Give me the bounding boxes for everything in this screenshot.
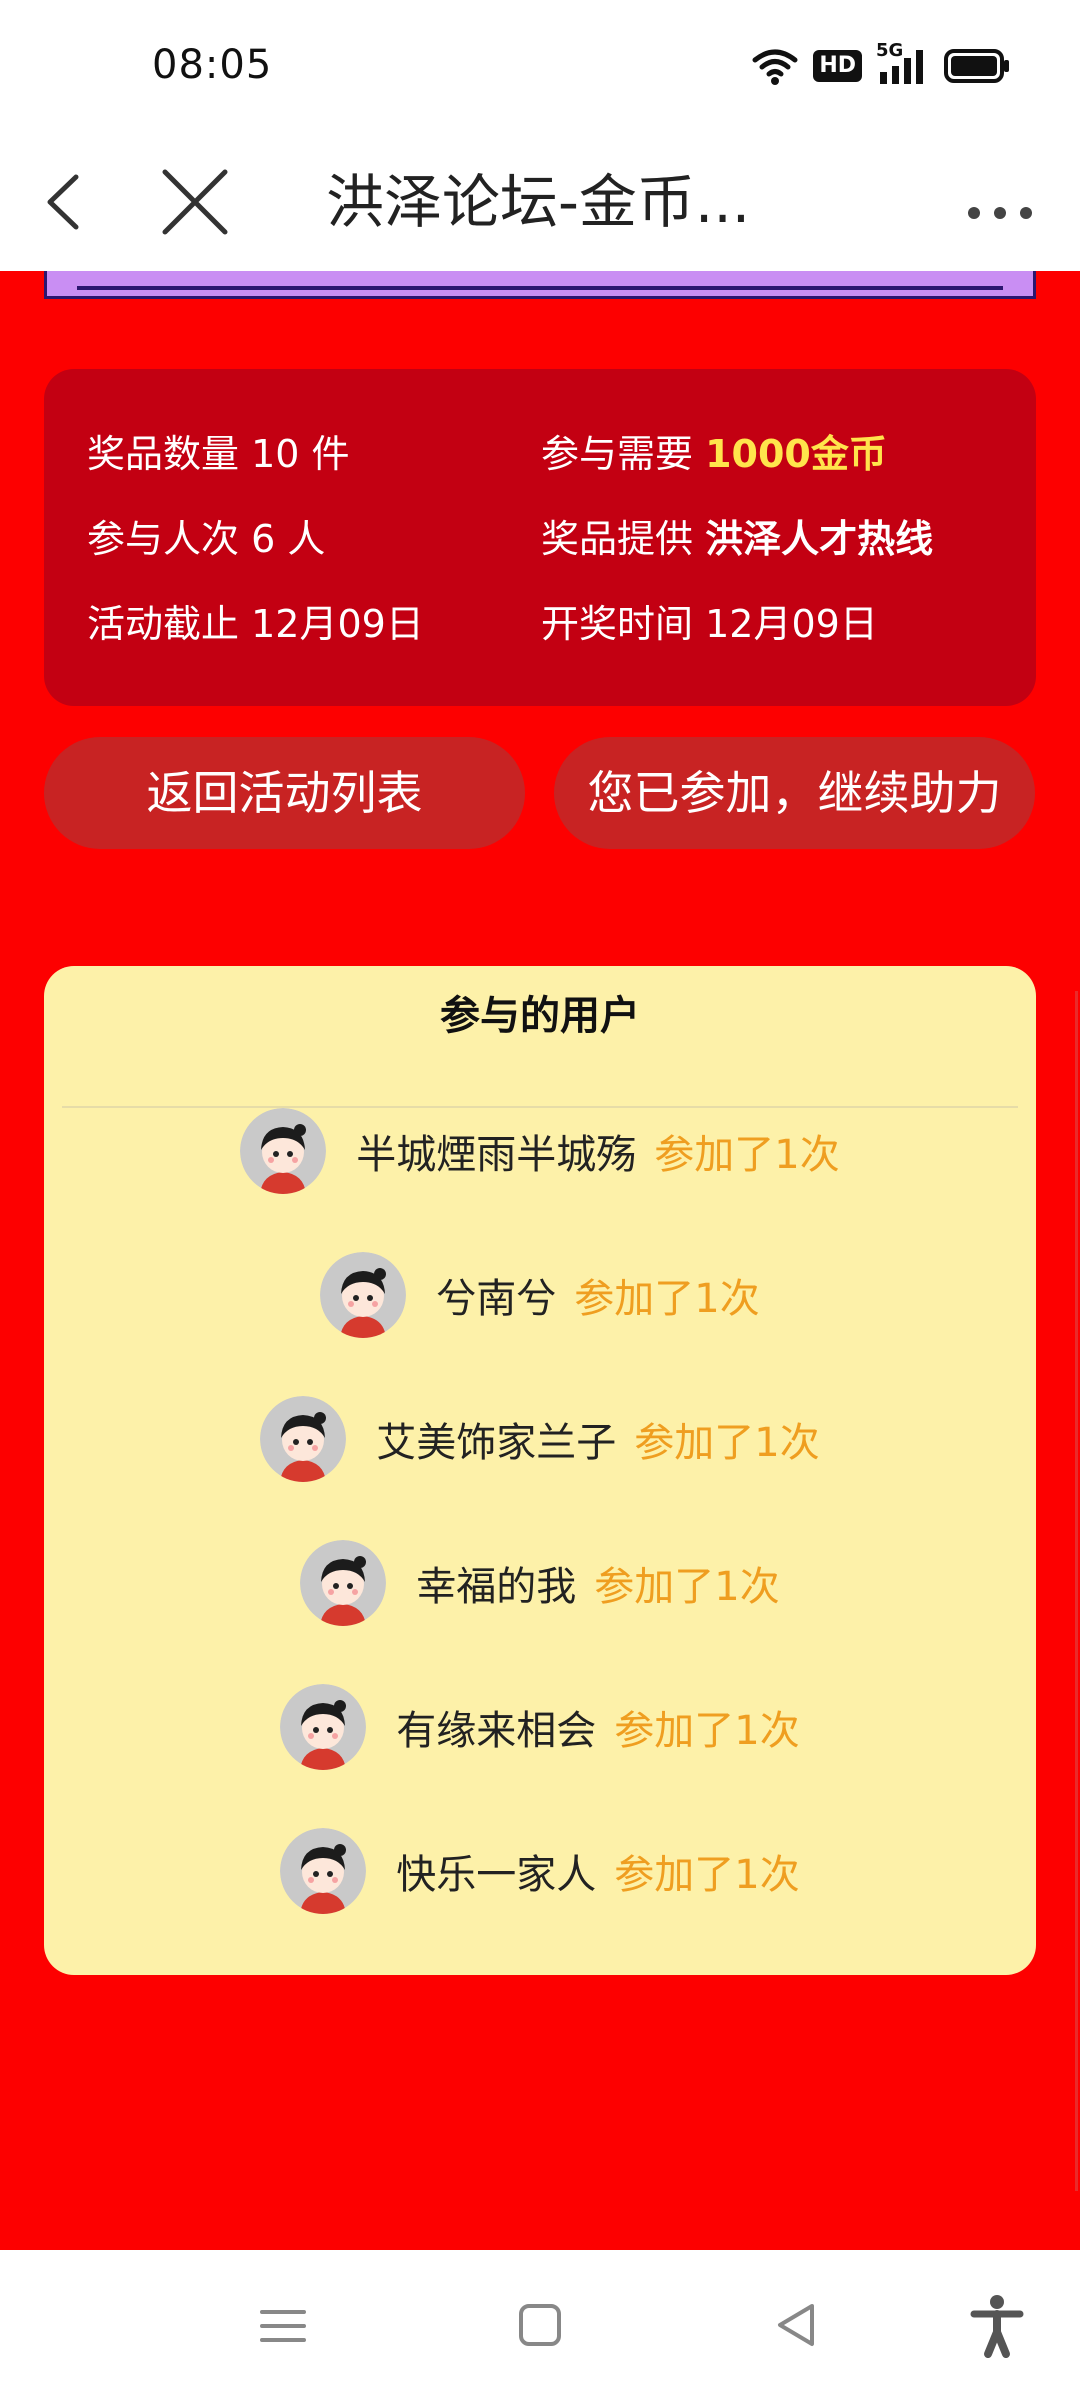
continue-support-button[interactable]: 您已参加，继续助力: [554, 737, 1035, 849]
info-value: 洪泽人才热线: [705, 517, 934, 561]
participant-name: 幸福的我: [416, 1564, 577, 1610]
participant-row: 幸福的我 参加了1次: [44, 1538, 1036, 1628]
page-title: 洪泽论坛-金币...: [326, 168, 751, 236]
participant-name: 有缘来相会: [396, 1708, 597, 1754]
activity-info-card: 奖品数量 10 件 参与需要 1000金币 参与人次 6 人 奖品提供 洪泽人才…: [44, 369, 1036, 706]
close-button[interactable]: [150, 157, 240, 247]
info-value: 1000金币: [705, 432, 887, 476]
avatar[interactable]: [300, 1540, 387, 1626]
info-provider: 奖品提供 洪泽人才热线: [541, 508, 933, 563]
system-nav-bar: [0, 2250, 1080, 2400]
home-button[interactable]: [505, 2290, 575, 2360]
system-back-button[interactable]: [762, 2290, 832, 2360]
battery-icon: [944, 49, 1009, 83]
more-dots-icon: [968, 207, 1032, 219]
participant-row: 快乐一家人 参加了1次: [44, 1826, 1036, 1916]
wifi-icon: [752, 49, 798, 85]
avatar[interactable]: [260, 1396, 347, 1482]
info-label: 活动截止: [87, 602, 240, 646]
info-value: 12月09日: [251, 602, 424, 646]
square-home-icon: [519, 2304, 561, 2346]
status-bar: 08:05 HD 5G: [0, 0, 1080, 135]
close-icon: [162, 169, 228, 235]
activity-content[interactable]: 奖品数量 10 件 参与需要 1000金币 参与人次 6 人 奖品提供 洪泽人才…: [0, 271, 1080, 2250]
avatar[interactable]: [240, 1108, 327, 1194]
status-icons: HD 5G: [751, 40, 1010, 88]
back-button[interactable]: [28, 157, 108, 247]
menu-button[interactable]: [248, 2290, 318, 2360]
participant-count: 参加了1次: [654, 1132, 840, 1178]
chevron-left-icon: [47, 174, 79, 230]
avatar[interactable]: [320, 1252, 407, 1338]
participants-title: 参与的用户: [440, 993, 640, 1039]
info-participants: 参与人次 6 人: [87, 508, 325, 563]
participant-name: 半城煙雨半城殇: [356, 1132, 637, 1178]
avatar[interactable]: [280, 1828, 367, 1914]
info-label: 参与需要: [541, 432, 694, 476]
banner-edge: [44, 271, 1036, 299]
avatar[interactable]: [280, 1684, 367, 1770]
info-label: 参与人次: [87, 517, 240, 561]
info-deadline: 活动截止 12月09日: [87, 593, 424, 648]
participant-count: 参加了1次: [614, 1708, 800, 1754]
triangle-back-icon: [778, 2304, 814, 2346]
info-draw-time: 开奖时间 12月09日: [541, 593, 878, 648]
participants-card: 参与的用户 半城煙雨半城殇 参加了1次 兮南兮 参加了1次 艾美饰家兰子 参加了1次 幸福的…: [44, 966, 1036, 1975]
info-label: 奖品数量: [87, 432, 240, 476]
participant-row: 艾美饰家兰子 参加了1次: [44, 1394, 1036, 1484]
banner-line: [77, 286, 1003, 290]
participant-row: 半城煙雨半城殇 参加了1次: [44, 1106, 1036, 1196]
participant-count: 参加了1次: [634, 1420, 820, 1466]
info-prize-count: 奖品数量 10 件: [87, 423, 350, 478]
status-time: 08:05: [152, 42, 273, 88]
participant-count: 参加了1次: [574, 1276, 760, 1322]
more-button[interactable]: [960, 157, 1040, 247]
scrollbar[interactable]: [1075, 991, 1078, 2191]
nav-bar: 洪泽论坛-金币...: [0, 135, 1080, 271]
participant-count: 参加了1次: [594, 1564, 780, 1610]
participant-name: 艾美饰家兰子: [376, 1420, 617, 1466]
info-label: 奖品提供: [541, 517, 694, 561]
participant-row: 有缘来相会 参加了1次: [44, 1682, 1036, 1772]
participant-name: 兮南兮: [436, 1276, 557, 1322]
info-required: 参与需要 1000金币: [541, 423, 887, 478]
accessibility-button[interactable]: [962, 2290, 1032, 2360]
back-to-list-button[interactable]: 返回活动列表: [44, 737, 525, 849]
info-value: 10 件: [251, 432, 350, 476]
signal-5g-icon: 5G: [876, 40, 930, 86]
participant-name: 快乐一家人: [396, 1852, 597, 1898]
participant-count: 参加了1次: [614, 1852, 800, 1898]
accessibility-icon: [970, 2295, 1024, 2358]
info-value: 6 人: [251, 517, 326, 561]
info-label: 开奖时间: [541, 602, 694, 646]
participant-row: 兮南兮 参加了1次: [44, 1250, 1036, 1340]
menu-icon: [260, 2310, 306, 2342]
hd-badge: HD: [813, 50, 862, 82]
info-value: 12月09日: [705, 602, 878, 646]
